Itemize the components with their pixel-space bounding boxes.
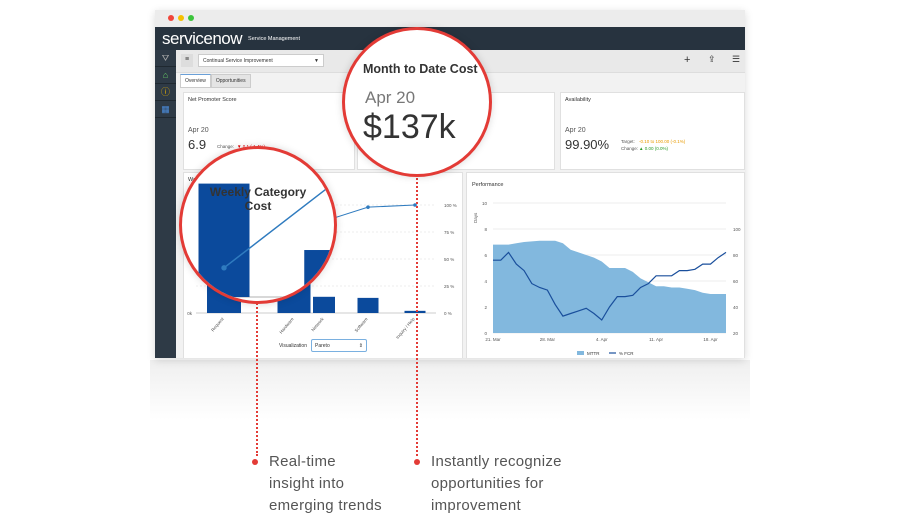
app-name: Service Management [248, 35, 301, 42]
right-tick: 40 [733, 305, 739, 310]
legend-fcr: % FCR [619, 351, 634, 356]
updown-icon: ⇕ [358, 343, 363, 349]
category-label: Hardware [278, 316, 295, 335]
bullet-right [414, 459, 420, 465]
cumulative-point [366, 205, 370, 209]
report-icon[interactable]: ▦ [155, 101, 176, 118]
bar [357, 297, 379, 313]
close-dot[interactable] [168, 15, 174, 21]
availability-change: ▲ 0.00 (0.0%) [639, 146, 668, 151]
nps-title: Net Promoter Score [188, 97, 237, 103]
viz-value: Pareto [315, 343, 330, 349]
dashboard-select-value: Continual Service Improvement [203, 58, 273, 64]
alert-icon[interactable]: ⓘ [155, 84, 176, 101]
left-tick: 6 [484, 253, 487, 258]
right-tick: 75 % [444, 230, 454, 235]
legend-mttr: MTTR [587, 351, 600, 356]
caption-line: insight into [269, 475, 345, 492]
bar [404, 310, 426, 313]
tab-overview[interactable]: Overview [180, 74, 211, 88]
availability-title: Availability [565, 97, 591, 103]
minimize-dot[interactable] [178, 15, 184, 21]
x-tick: 4. Apr [596, 337, 608, 342]
x-tick: 28. Mar [540, 337, 556, 342]
y-axis-label: Days [473, 212, 478, 223]
shadow [150, 360, 750, 420]
category-label: Request [210, 316, 225, 333]
dotted-connector-right [416, 165, 418, 456]
caption-line: Instantly recognize [431, 453, 562, 470]
availability-change-label: Change: [621, 146, 639, 151]
bar [304, 250, 334, 297]
target-label: Target: [621, 139, 635, 144]
cost-date: Apr 20 [365, 88, 416, 107]
right-tick: 25 % [444, 284, 454, 289]
x-tick: 21. Mar [485, 337, 501, 342]
nps-date: Apr 20 [188, 127, 209, 134]
menu-icon[interactable]: ≡ [181, 54, 193, 67]
availability-card: Availability Apr 20 99.90% Target: -0.10… [560, 92, 745, 170]
left-tick: 0 [484, 331, 487, 336]
dotted-connector-left [256, 300, 258, 456]
caption-line: opportunities for [431, 475, 544, 492]
tabs: Overview Opportunities [180, 74, 251, 88]
viz-select[interactable]: Pareto ⇕ [311, 339, 367, 352]
right-tick: 100 % [444, 203, 457, 208]
home-icon[interactable]: ⌂ [155, 67, 176, 84]
right-tick: 80 [733, 253, 739, 258]
zoom-group [182, 182, 334, 298]
bullet-left [252, 459, 258, 465]
availability-value: 99.90% [565, 137, 610, 152]
caption-left: Real-time insight into emerging trends [269, 451, 382, 517]
dashboard-select[interactable]: Continual Service Improvement ▼ [198, 54, 324, 67]
chevron-down-icon: ▼ [314, 58, 319, 64]
cost-title: Month to Date Cost [363, 62, 478, 76]
caption-line: improvement [431, 497, 521, 514]
left-tick: 2 [484, 305, 487, 310]
caption-right: Instantly recognize opportunities for im… [431, 451, 562, 517]
right-tick: 20 [733, 331, 739, 336]
cumulative-point [221, 265, 227, 271]
cost-callout: Month to Date Cost Apr 20 $137k [342, 27, 492, 177]
performance-card: Performance Days 0 2 4 6 8 10 20 40 60 80 100 21. Mar… [466, 172, 745, 358]
logo: servicenow [162, 28, 243, 48]
weekly-title: Weekly Category Cost [209, 185, 307, 213]
right-tick: 50 % [444, 257, 454, 262]
left-tick: 8 [484, 227, 487, 232]
tab-opportunities[interactable]: Opportunities [210, 74, 251, 88]
maximize-dot[interactable] [188, 15, 194, 21]
sidebar: ⛛ ⌂ ⓘ ▦ [155, 50, 176, 358]
viz-label: Visualization [279, 343, 307, 349]
target-value: -0.10 to 100.00 (-0.1%) [639, 139, 686, 144]
right-tick: 60 [733, 279, 739, 284]
right-tick: 0 % [444, 311, 452, 316]
weekly-zoom-chart [182, 182, 334, 298]
weekly-callout: Weekly Category Cost [179, 146, 337, 304]
category-label: Network [310, 316, 325, 332]
caption-line: Real-time [269, 453, 336, 470]
title-bar [155, 10, 745, 27]
category-label: Inquiry / Help [395, 316, 416, 340]
share-icon[interactable]: ⇪ [708, 54, 716, 65]
settings-icon[interactable]: ☰ [732, 54, 740, 65]
filter-icon[interactable]: ⛛ [155, 50, 176, 67]
x-tick: 18. Apr [703, 337, 718, 342]
availability-date: Apr 20 [565, 127, 586, 134]
add-icon[interactable]: + [684, 54, 690, 66]
chart-title: Performance [472, 182, 504, 188]
right-tick: 100 [733, 227, 741, 232]
left-tick: 4 [484, 279, 487, 284]
category-label: Software [354, 316, 370, 333]
performance-chart: Performance Days 0 2 4 6 8 10 20 40 60 80 100 21. Mar… [472, 182, 741, 356]
left-tick: 0k [187, 311, 193, 316]
x-tick: 11. Apr [649, 337, 663, 342]
legend-swatch-mttr [577, 351, 584, 355]
left-tick: 10 [482, 201, 488, 206]
cost-value: $137k [363, 108, 456, 146]
caption-line: emerging trends [269, 497, 382, 514]
